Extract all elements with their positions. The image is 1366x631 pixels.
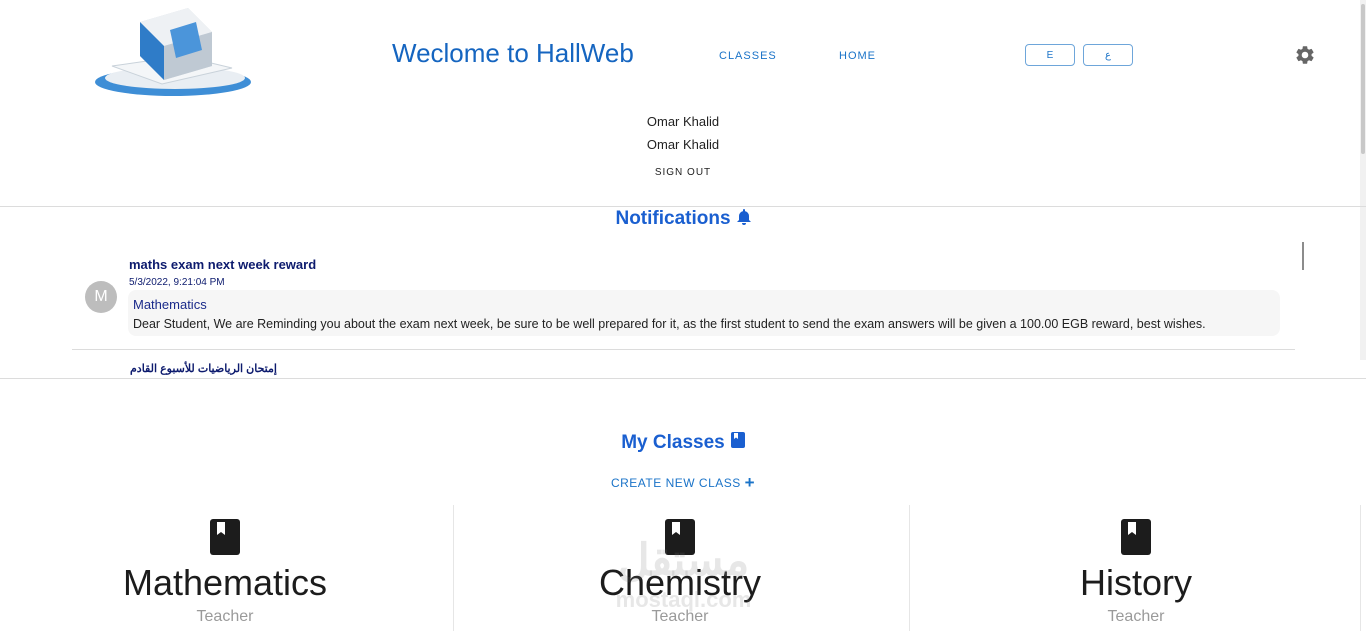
card-separator (453, 505, 454, 631)
book-icon (210, 519, 240, 555)
class-name: Mathematics (122, 562, 328, 603)
my-classes-heading: My Classes (0, 432, 1366, 454)
book-icon (1121, 519, 1151, 555)
book-icon (665, 519, 695, 555)
avatar: M (85, 281, 117, 313)
language-arabic-button[interactable]: ع (1083, 44, 1133, 66)
notification-message: Dear Student, We are Reminding you about… (133, 317, 1206, 331)
notification-title[interactable]: maths exam next week reward (129, 257, 316, 272)
nav-home-link[interactable]: HOME (839, 50, 876, 62)
site-title: Weclome to HallWeb (392, 38, 634, 68)
bell-icon (736, 209, 751, 225)
class-teacher: Teacher (196, 608, 254, 625)
divider (0, 206, 1366, 207)
user-name: Omar Khalid (646, 114, 720, 129)
page-scrollbar-thumb[interactable] (1361, 4, 1365, 154)
notifications-title: Notifications (615, 208, 731, 229)
notification-divider (72, 349, 1295, 350)
notification-title-arabic[interactable]: إمتحان الرياضيات للأسبوع القادم (130, 362, 277, 375)
card-separator (909, 505, 910, 631)
class-name: History (1079, 562, 1192, 603)
class-teacher: Teacher (1107, 608, 1165, 625)
divider (0, 378, 1366, 379)
notification-date: 5/3/2022, 9:21:04 PM (129, 277, 225, 288)
class-name: Chemistry (598, 562, 762, 603)
class-card-history[interactable]: History Teacher (911, 505, 1361, 631)
language-english-button[interactable]: E (1025, 44, 1075, 66)
create-new-class-label: CREATE NEW CLASS (610, 476, 741, 490)
my-classes-title: My Classes (621, 432, 725, 453)
notifications-heading: Notifications (0, 208, 1366, 230)
create-new-class-button[interactable]: CREATE NEW CLASS + (0, 473, 1366, 493)
book-icon (730, 432, 745, 448)
nav-classes-link[interactable]: CLASSES (719, 50, 777, 62)
hallweb-logo[interactable] (92, 4, 254, 100)
notifications-scrollbar[interactable] (1302, 242, 1304, 270)
class-card-mathematics[interactable]: Mathematics Teacher (0, 505, 450, 631)
user-name-secondary: Omar Khalid (646, 137, 720, 152)
sign-out-button[interactable]: SIGN OUT (0, 167, 1366, 178)
class-teacher: Teacher (651, 608, 709, 625)
notification-subject: Mathematics (133, 297, 207, 312)
plus-icon: + (744, 473, 756, 492)
class-card-chemistry[interactable]: Chemistry Teacher (455, 505, 905, 631)
gear-icon[interactable] (1294, 44, 1316, 66)
